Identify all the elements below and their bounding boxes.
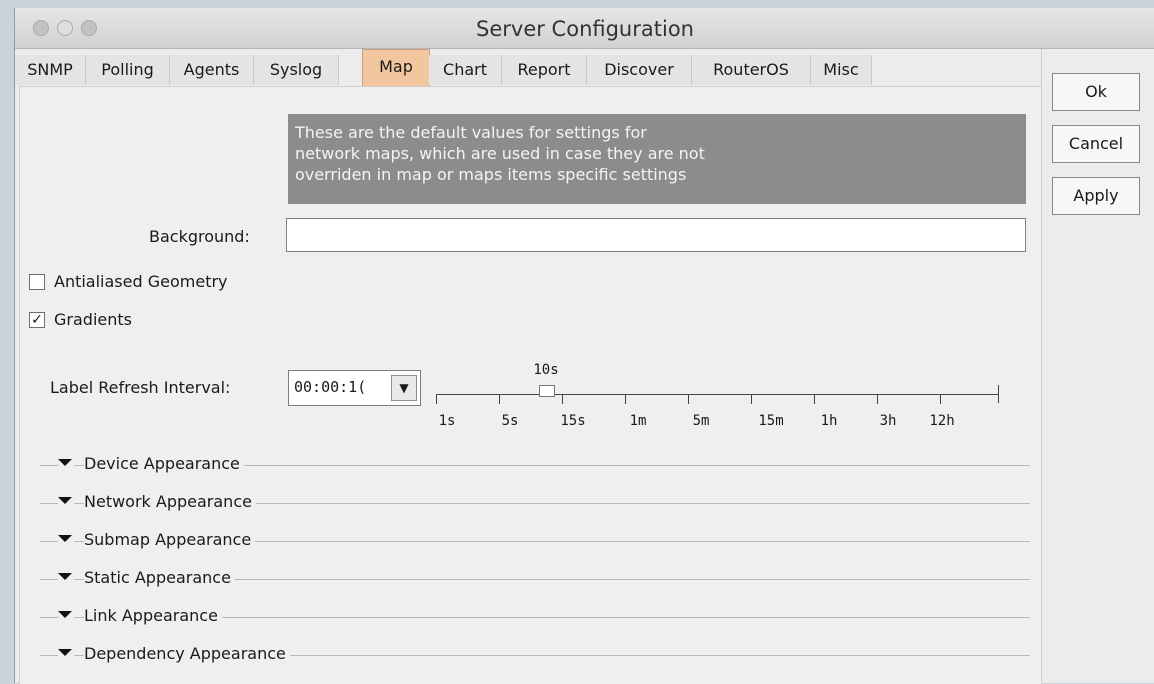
section-label: Dependency Appearance bbox=[84, 644, 290, 663]
slider-tick bbox=[814, 395, 815, 404]
server-configuration-window: Server Configuration SNMP Polling Agents… bbox=[14, 8, 1154, 684]
tab-map[interactable]: Map bbox=[362, 49, 430, 88]
triangle-down-icon[interactable] bbox=[58, 649, 72, 656]
info-note-line-3: overriden in map or maps items specific … bbox=[295, 165, 687, 184]
slider-tick-label: 5m bbox=[692, 413, 710, 429]
slider-tick bbox=[436, 395, 437, 404]
slider-value-label: 10s bbox=[533, 362, 559, 378]
tab-polling[interactable]: Polling bbox=[86, 55, 170, 85]
section-divider bbox=[40, 541, 58, 542]
slider-tick-label: 1h bbox=[820, 413, 838, 429]
tab-chart[interactable]: Chart bbox=[429, 55, 502, 85]
label-refresh-interval-label: Label Refresh Interval: bbox=[50, 378, 231, 397]
section-dependency-appearance[interactable]: Dependency Appearance bbox=[40, 644, 1030, 665]
section-divider bbox=[40, 465, 58, 466]
slider-tick bbox=[940, 395, 941, 404]
triangle-down-icon[interactable] bbox=[58, 459, 72, 466]
slider-thumb[interactable] bbox=[539, 385, 555, 397]
section-divider bbox=[40, 503, 58, 504]
antialiased-geometry-checkbox[interactable] bbox=[29, 274, 45, 290]
label-refresh-interval-value: 00:00:1( bbox=[294, 378, 367, 396]
gradients-checkbox[interactable]: ✓ bbox=[29, 312, 45, 328]
section-device-appearance[interactable]: Device Appearance bbox=[40, 454, 1030, 475]
slider-tick-label: 5s bbox=[501, 413, 519, 429]
section-link-appearance[interactable]: Link Appearance bbox=[40, 606, 1030, 627]
triangle-down-icon[interactable] bbox=[58, 535, 72, 542]
slider-tick-label: 1s bbox=[438, 413, 456, 429]
slider-tick bbox=[688, 395, 689, 404]
section-submap-appearance[interactable]: Submap Appearance bbox=[40, 530, 1030, 551]
triangle-down-icon[interactable] bbox=[58, 611, 72, 618]
tab-misc[interactable]: Misc bbox=[811, 55, 872, 85]
section-label: Submap Appearance bbox=[84, 530, 256, 549]
section-label: Link Appearance bbox=[84, 606, 222, 625]
section-divider bbox=[40, 579, 58, 580]
tab-discover[interactable]: Discover bbox=[587, 55, 692, 85]
slider-tick-label: 1m bbox=[629, 413, 647, 429]
tab-agents[interactable]: Agents bbox=[170, 55, 254, 85]
slider-tick-label: 3h bbox=[879, 413, 897, 429]
chevron-down-icon[interactable]: ▼ bbox=[391, 375, 417, 401]
dialog-button-column: Ok Cancel Apply bbox=[1041, 49, 1154, 683]
info-note-line-1: These are the default values for setting… bbox=[295, 123, 647, 142]
window-title: Server Configuration bbox=[476, 17, 694, 41]
slider-tick-label: 15s bbox=[560, 413, 586, 429]
tab-bar: SNMP Polling Agents Syslog Map Chart Rep… bbox=[15, 49, 1055, 88]
slider-tick-label: 12h bbox=[929, 413, 955, 429]
slider-tick bbox=[625, 395, 626, 404]
slider-tick bbox=[877, 395, 878, 404]
section-divider bbox=[40, 655, 58, 656]
slider-tick bbox=[751, 395, 752, 404]
background-field[interactable] bbox=[286, 218, 1026, 252]
ok-button[interactable]: Ok bbox=[1052, 73, 1140, 111]
info-note-line-2: network maps, which are used in case the… bbox=[295, 144, 705, 163]
slider-track bbox=[436, 394, 998, 395]
section-network-appearance[interactable]: Network Appearance bbox=[40, 492, 1030, 513]
triangle-down-icon[interactable] bbox=[58, 497, 72, 504]
slider-tick bbox=[499, 395, 500, 404]
slider-tick bbox=[562, 395, 563, 404]
section-label: Device Appearance bbox=[84, 454, 244, 473]
label-refresh-interval-combo[interactable]: 00:00:1( ▼ bbox=[288, 370, 421, 406]
tab-report[interactable]: Report bbox=[502, 55, 587, 85]
apply-button[interactable]: Apply bbox=[1052, 177, 1140, 215]
gradients-label: Gradients bbox=[54, 310, 132, 329]
map-settings-panel: These are the default values for setting… bbox=[19, 86, 1042, 684]
background-label: Background: bbox=[149, 227, 250, 246]
cancel-button[interactable]: Cancel bbox=[1052, 125, 1140, 163]
tab-syslog[interactable]: Syslog bbox=[254, 55, 339, 85]
section-label: Network Appearance bbox=[84, 492, 256, 511]
label-refresh-interval-slider[interactable]: 10s 1s 5s 15s 1m 5m 15m 1h 3h 12h bbox=[432, 349, 1032, 439]
slider-tick bbox=[998, 385, 999, 403]
section-divider bbox=[40, 617, 58, 618]
antialiased-geometry-label: Antialiased Geometry bbox=[54, 272, 228, 291]
section-static-appearance[interactable]: Static Appearance bbox=[40, 568, 1030, 589]
title-bar: Server Configuration bbox=[15, 8, 1154, 49]
info-note: These are the default values for setting… bbox=[288, 114, 1026, 204]
slider-tick-label: 15m bbox=[758, 413, 784, 429]
section-label: Static Appearance bbox=[84, 568, 235, 587]
triangle-down-icon[interactable] bbox=[58, 573, 72, 580]
tab-snmp[interactable]: SNMP bbox=[15, 55, 86, 85]
tab-routeros[interactable]: RouterOS bbox=[692, 55, 811, 85]
